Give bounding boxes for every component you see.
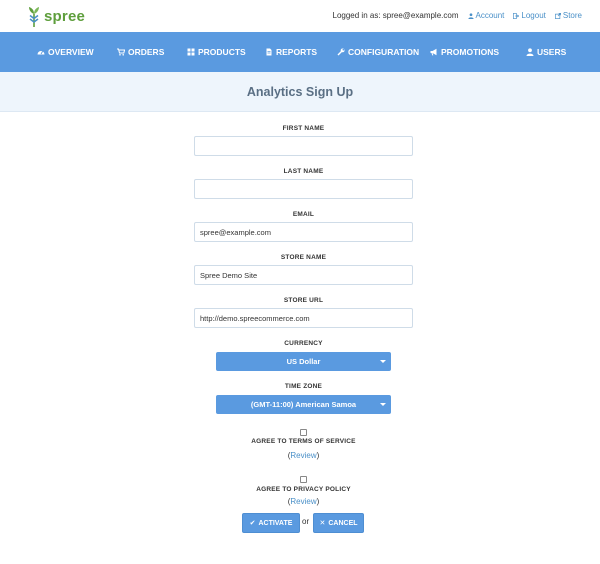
logo-text: spree: [44, 7, 86, 25]
cancel-button[interactable]: ✕ CANCEL: [313, 513, 364, 533]
last-name-input[interactable]: [194, 179, 413, 199]
nav-item-label: ORDERS: [128, 47, 165, 57]
chevron-down-icon: [380, 403, 386, 406]
logout-icon: [513, 12, 520, 19]
nav-item-configuration[interactable]: CONFIGURATION: [337, 32, 419, 72]
logout-link[interactable]: Logout: [513, 11, 546, 20]
time-zone-select[interactable]: (GMT-11:00) American Samoa: [216, 395, 391, 414]
dashboard-icon: [37, 51, 45, 55]
terms-review-close-paren: ): [316, 451, 320, 460]
spree-logo-icon: [29, 7, 39, 27]
top-header: spree Logged in as: spree@example.com Ac…: [0, 0, 600, 32]
nav-item-label: OVERVIEW: [48, 47, 94, 57]
terms-review-link[interactable]: Review: [290, 451, 316, 460]
external-link-icon: [554, 12, 561, 19]
cancel-button-label: CANCEL: [328, 519, 358, 527]
activate-button-label: ACTIVATE: [258, 519, 293, 527]
currency-selected-value: US Dollar: [286, 357, 321, 366]
activate-button[interactable]: ✔ ACTIVATE: [242, 513, 300, 533]
bullhorn-icon: [430, 48, 437, 56]
first-name-label: FIRST NAME: [282, 125, 325, 132]
page-title: Analytics Sign Up: [246, 84, 354, 99]
time-zone-selected-value: (GMT-11:00) American Samoa: [250, 400, 357, 409]
nav-item-overview[interactable]: OVERVIEW: [37, 32, 94, 72]
store-url-label: STORE URL: [283, 297, 324, 304]
store-link-label: Store: [562, 11, 582, 20]
store-link[interactable]: Store: [554, 11, 582, 20]
logout-link-label: Logout: [521, 11, 546, 20]
terms-checkbox[interactable]: [300, 429, 307, 436]
time-zone-label: TIME ZONE: [284, 383, 323, 390]
nav-item-users[interactable]: USERS: [526, 32, 566, 72]
privacy-review-link[interactable]: Review: [290, 497, 316, 506]
terms-label: AGREE TO TERMS OF SERVICE: [251, 438, 356, 445]
nav-item-reports[interactable]: REPORTS: [265, 32, 317, 72]
logged-in-text: Logged in as: spree@example.com: [333, 11, 459, 20]
chevron-down-icon: [380, 360, 386, 363]
close-icon: ✕: [319, 520, 326, 527]
cart-icon: [117, 48, 125, 56]
nav-item-promotions[interactable]: PROMOTIONS: [430, 32, 499, 72]
terms-review: (Review): [194, 451, 413, 460]
nav-item-label: PROMOTIONS: [441, 47, 500, 57]
logged-in-prefix: Logged in as:: [332, 11, 381, 20]
wrench-icon: [337, 48, 345, 56]
store-name-input[interactable]: [194, 265, 413, 285]
user-icon: [467, 12, 474, 19]
privacy-label: AGREE TO PRIVACY POLICY: [256, 486, 351, 493]
privacy-checkbox[interactable]: [300, 476, 307, 483]
nav-item-products[interactable]: PRODUCTS: [187, 32, 246, 72]
user-links: Logged in as: spree@example.com Account …: [333, 11, 583, 20]
currency-select[interactable]: US Dollar: [216, 352, 391, 371]
file-icon: [266, 48, 272, 56]
privacy-review-close-paren: ): [316, 497, 320, 506]
nav-item-label: PRODUCTS: [198, 47, 246, 57]
spree-logo[interactable]: spree: [27, 4, 85, 28]
grid-icon: [187, 48, 195, 56]
account-link-label: Account: [475, 11, 505, 20]
last-name-label: LAST NAME: [283, 168, 324, 175]
email-label: EMAIL: [292, 211, 315, 218]
user-icon: [526, 48, 534, 56]
first-name-input[interactable]: [194, 136, 413, 156]
store-url-input[interactable]: [194, 308, 413, 328]
nav-item-orders[interactable]: ORDERS: [117, 32, 164, 72]
main-nav: OVERVIEW ORDERS PRODUCTS REPORTS CONFIGU…: [0, 32, 600, 72]
page-header: Analytics Sign Up: [0, 72, 600, 112]
check-icon: ✔: [249, 520, 256, 527]
nav-item-label: USERS: [537, 47, 567, 57]
nav-item-label: REPORTS: [276, 47, 318, 57]
email-input[interactable]: [194, 222, 413, 242]
currency-label: CURRENCY: [284, 340, 323, 347]
nav-item-label: CONFIGURATION: [348, 47, 420, 57]
account-link[interactable]: Account: [467, 11, 505, 20]
privacy-review: (Review): [194, 497, 413, 506]
or-separator: or: [302, 517, 310, 526]
store-name-label: STORE NAME: [280, 254, 327, 261]
logged-in-email: spree@example.com: [382, 11, 459, 20]
